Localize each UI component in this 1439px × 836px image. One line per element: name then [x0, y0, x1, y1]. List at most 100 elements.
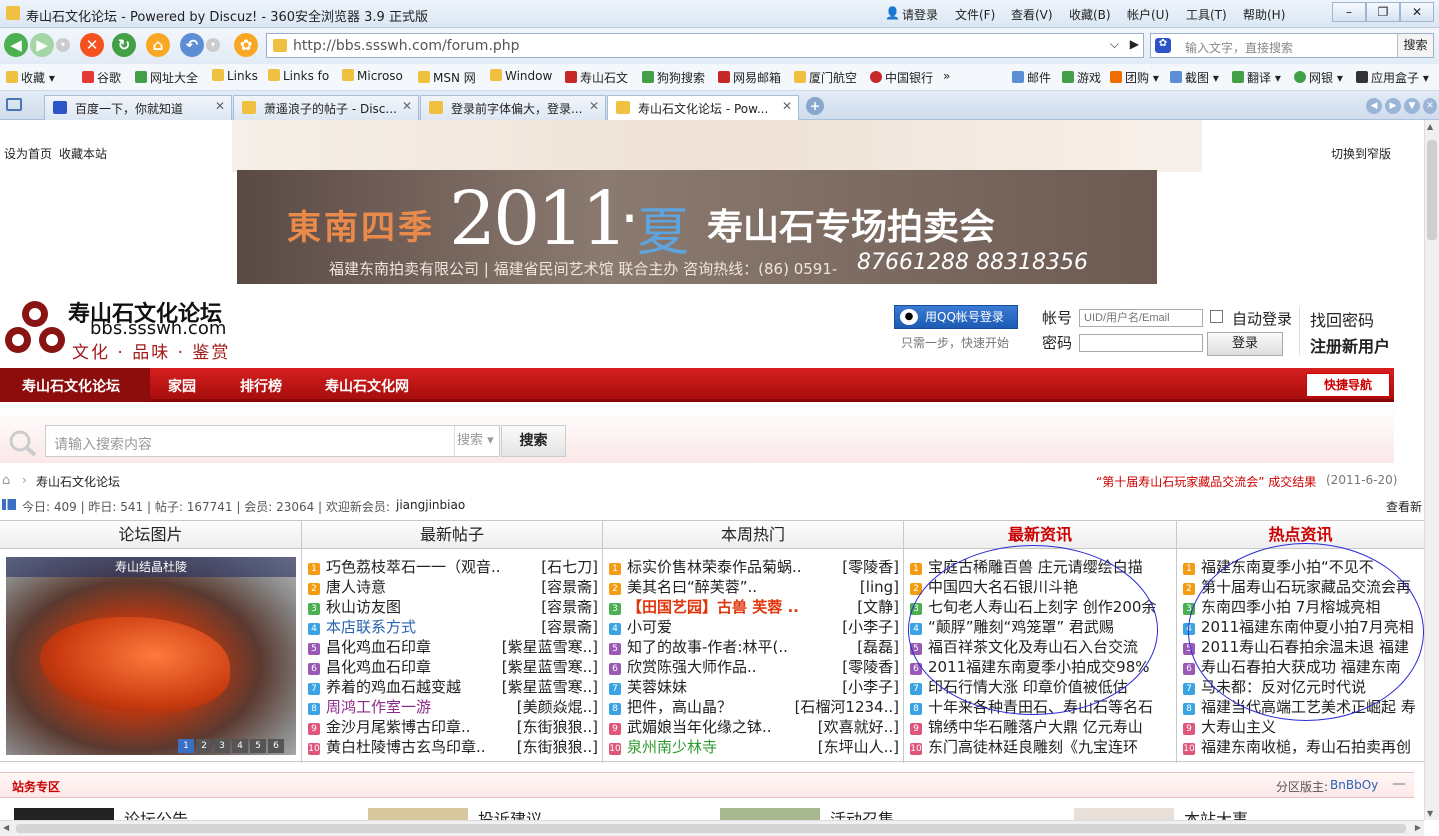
vertical-scroll-thumb[interactable] [1427, 140, 1437, 240]
new-tab-icon[interactable]: + [806, 97, 824, 115]
list-item[interactable]: 10 黄白杜陵博古玄鸟印章.. [东街狼狼..] [308, 737, 600, 757]
list-item-title[interactable]: 【田国艺园】古兽 芙蓉 .. [627, 598, 799, 616]
bookmark-games[interactable]: 游戏 [1062, 69, 1101, 86]
list-item-title[interactable]: 小可爱 [627, 618, 672, 636]
list-item-author[interactable]: [小李子] [838, 617, 899, 637]
bookmark-item[interactable]: Links [212, 69, 258, 83]
search-button[interactable]: 搜索 [501, 425, 566, 457]
sidebar-toggle-icon[interactable] [6, 98, 22, 111]
bookmark-item[interactable]: 厦门航空 [794, 69, 857, 86]
list-item-title[interactable]: 锦绣中华石雕落户大鼎 亿元寿山 [928, 718, 1143, 736]
close-tab-icon[interactable]: ✕ [782, 99, 792, 113]
list-item-author[interactable]: [石榴河1234..] [790, 697, 899, 717]
list-item[interactable]: 7 芙蓉妹妹 [小李子] [609, 677, 901, 697]
list-item-author[interactable]: [东街狼狼..] [512, 717, 598, 737]
tab-menu-icon[interactable]: ✕ [1423, 98, 1437, 114]
close-window-button[interactable]: ✕ [1400, 2, 1434, 22]
list-item[interactable]: 9 武媚娘当年化缘之钵.. [欢喜就好..] [609, 717, 901, 737]
close-tab-icon[interactable]: ✕ [402, 99, 412, 113]
forum-thumb-image[interactable] [14, 808, 114, 820]
list-item-author[interactable]: [小李子] [838, 677, 899, 697]
list-item[interactable]: 8 把件，高山晶？ [石榴河1234..] [609, 697, 901, 717]
list-item[interactable]: 3 【田国艺园】古兽 芙蓉 .. [文静] [609, 597, 901, 617]
tab-list-icon[interactable]: ▼ [1404, 98, 1420, 114]
photo-page-button[interactable]: 4 [232, 739, 248, 753]
photo-page-button[interactable]: 6 [268, 739, 284, 753]
auction-banner[interactable]: 東南四季 2011 · 夏 寿山石专场拍卖会 福建东南拍卖有限公司 | 福建省民… [237, 170, 1157, 284]
bookmark-item[interactable]: 网址大全 [135, 69, 198, 86]
vertical-scrollbar[interactable]: ▲ ▼ [1424, 120, 1439, 820]
tab-baidu[interactable]: 百度一下，你就知道 ✕ [44, 95, 232, 120]
list-item[interactable]: 4 小可爱 [小李子] [609, 617, 901, 637]
list-item-author[interactable]: [磊磊] [853, 637, 899, 657]
list-item-title[interactable]: 美其名曰“醉芙蓉”.. [627, 578, 757, 596]
nav-home[interactable]: 家园 [168, 376, 196, 396]
search-input[interactable]: 请输入搜索内容 搜索 ▾ [45, 425, 500, 457]
baidu-paw-icon[interactable]: ✿ [1155, 38, 1171, 53]
bookmark-item[interactable]: 谷歌 [82, 69, 121, 86]
bookmark-mail[interactable]: 邮件 [1012, 69, 1051, 86]
list-item[interactable]: 5 知了的故事-作者:林平(.. [磊磊] [609, 637, 901, 657]
home-icon[interactable]: ⌂ [2, 473, 10, 488]
bookmark-item[interactable]: 收藏 ▾ [6, 69, 55, 86]
go-icon[interactable]: ▶ [1130, 37, 1139, 51]
collapse-icon[interactable]: — [1392, 776, 1406, 792]
list-item-title[interactable]: 金沙月尾紫博古印章.. [326, 718, 471, 736]
minimize-button[interactable]: – [1332, 2, 1366, 22]
set-homepage-link[interactable]: 设为首页 [4, 145, 52, 162]
photo-page-button[interactable]: 3 [214, 739, 230, 753]
add-favorite-link[interactable]: 收藏本站 [59, 145, 107, 162]
undo-dropdown-icon[interactable]: ▾ [206, 38, 220, 52]
bookmark-item[interactable]: 网易邮箱 [718, 69, 781, 86]
bookmark-translate[interactable]: 翻译 ▾ [1232, 69, 1281, 86]
list-item-author[interactable]: [欢喜就好..] [813, 717, 899, 737]
menu-help[interactable]: 帮助(H) [1243, 6, 1285, 23]
switch-narrow-link[interactable]: 切换到窄版 [1331, 145, 1391, 162]
scroll-left-icon[interactable]: ◀ [3, 823, 9, 832]
list-item[interactable]: 2 美其名曰“醉芙蓉”.. [ling] [609, 577, 901, 597]
list-item[interactable]: 8 周鸿工作室一游 [美颜焱焜..] [308, 697, 600, 717]
bookmark-item[interactable]: Links fo [268, 69, 329, 83]
bookmark-screenshot[interactable]: 截图 ▾ [1170, 69, 1219, 86]
bookmark-item[interactable]: Window [490, 69, 552, 83]
list-item[interactable]: 9 锦绣中华石雕落户大鼎 亿元寿山 [910, 717, 1174, 737]
forum-complaints[interactable]: 投诉建议 [478, 806, 542, 820]
list-item[interactable]: 3 秋山访友图 [容景斋] [308, 597, 600, 617]
list-item-title[interactable]: 泉州南少林寺 [627, 738, 717, 756]
scroll-right-icon[interactable]: ▶ [1415, 823, 1421, 832]
list-item[interactable]: 10 泉州南少林寺 [东坪山人..] [609, 737, 901, 757]
list-item[interactable]: 1 巧色荔枝萃石一一（观音.. [石七刀] [308, 557, 600, 577]
undo-icon[interactable]: ↶ [180, 33, 204, 57]
paw-icon[interactable]: ✿ [234, 33, 258, 57]
address-url[interactable]: http://bbs.ssswh.com/forum.php [293, 38, 520, 54]
forum-photo[interactable]: 寿山结晶杜陵 1 2 3 4 5 6 [6, 557, 296, 755]
list-item[interactable]: 6 昌化鸡血石印章 [紫星蓝雪寒..] [308, 657, 600, 677]
view-new-link[interactable]: 查看新 [1386, 498, 1422, 515]
password-input[interactable] [1079, 334, 1203, 352]
list-item[interactable]: 9 金沙月尾紫博古印章.. [东街狼狼..] [308, 717, 600, 737]
tab-login-font[interactable]: 登录前字体偏大，登录... ✕ [420, 95, 606, 120]
list-item-author[interactable]: [东街狼狼..] [512, 737, 598, 757]
refresh-icon[interactable]: ↻ [112, 33, 136, 57]
back-icon[interactable]: ◀ [4, 33, 28, 57]
register-link[interactable]: 注册新用户 [1310, 333, 1390, 357]
photo-page-button[interactable]: 5 [250, 739, 266, 753]
bookmark-item[interactable]: 寿山石文 [565, 69, 628, 86]
list-item[interactable]: 7 养着的鸡血石越变越 [紫星蓝雪寒..] [308, 677, 600, 697]
list-item[interactable]: 10 东门高徒林廷良雕刻《九宝连环 [910, 737, 1174, 757]
bookmark-ebank[interactable]: 网银 ▾ [1294, 69, 1343, 86]
list-item[interactable]: 5 昌化鸡血石印章 [紫星蓝雪寒..] [308, 637, 600, 657]
tab-forum-active[interactable]: 寿山石文化论坛 - Pow... ✕ [607, 95, 799, 120]
list-item[interactable]: 2 唐人诗意 [容景斋] [308, 577, 600, 597]
close-tab-icon[interactable]: ✕ [215, 99, 225, 113]
menu-file[interactable]: 文件(F) [955, 6, 995, 23]
history-dropdown-icon[interactable]: ▾ [56, 38, 70, 52]
list-item-title[interactable]: 养着的鸡血石越变越 [326, 678, 461, 696]
tab-scroll-left-icon[interactable]: ◀ [1366, 98, 1382, 114]
forum-big-events[interactable]: 本站大事 [1184, 806, 1248, 820]
browser-search-placeholder[interactable]: 输入文字，直接搜索 [1185, 39, 1293, 56]
address-dropdown-icon[interactable]: ⌵ [1110, 37, 1119, 52]
user-icon[interactable]: 👤 [885, 6, 900, 20]
list-item-author[interactable]: [紫星蓝雪寒..] [497, 657, 598, 677]
photo-page-button[interactable]: 1 [178, 739, 194, 753]
